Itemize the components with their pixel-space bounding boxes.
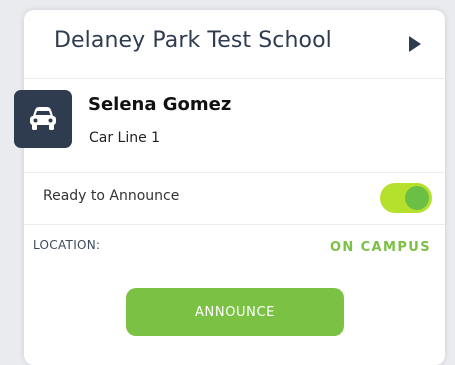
pickup-card: Delaney Park Test School Ready to Announ… xyxy=(24,10,445,365)
ready-label: Ready to Announce xyxy=(43,188,180,204)
rider-name: Selena Gomez xyxy=(88,94,232,115)
location-value: ON CAMPUS xyxy=(329,240,431,255)
card-header: Delaney Park Test School xyxy=(24,10,445,79)
rider-section xyxy=(24,78,445,173)
car-badge xyxy=(14,90,72,148)
rider-line: Car Line 1 xyxy=(89,130,161,146)
toggle-knob xyxy=(405,186,429,210)
announce-button[interactable]: ANNOUNCE xyxy=(126,288,344,336)
ready-row: Ready to Announce xyxy=(24,172,445,225)
school-name: Delaney Park Test School xyxy=(54,28,332,53)
car-icon xyxy=(30,107,56,130)
play-arrow-icon[interactable] xyxy=(408,36,422,52)
ready-toggle[interactable] xyxy=(380,183,432,213)
location-label: LOCATION: xyxy=(33,238,101,252)
